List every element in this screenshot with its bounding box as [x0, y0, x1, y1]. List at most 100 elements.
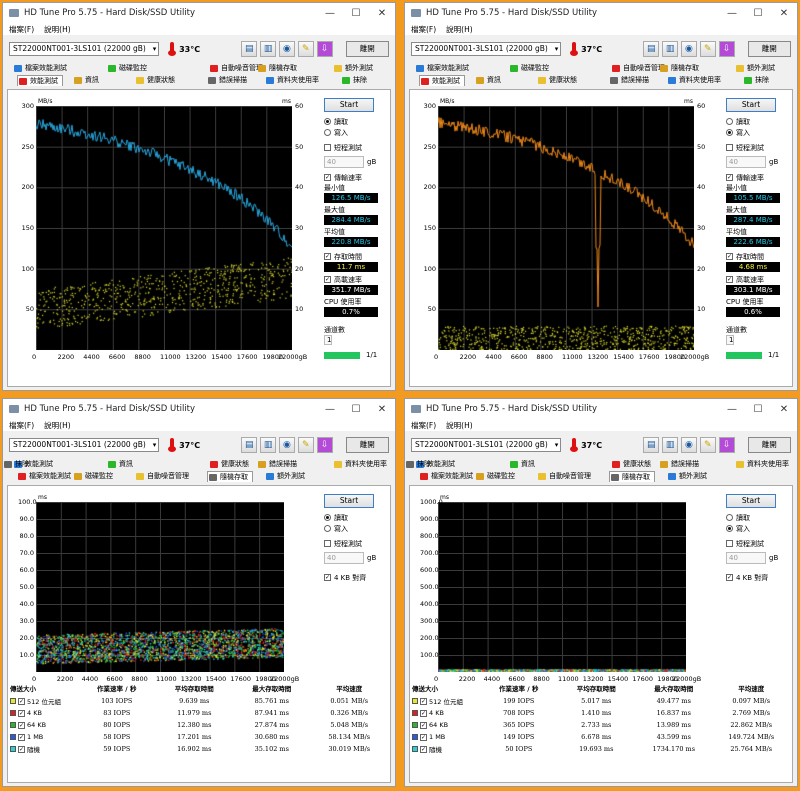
start-button[interactable]: Start: [726, 494, 776, 508]
tab-row2-4[interactable]: 錯誤掃描: [609, 75, 649, 86]
copy-all-icon[interactable]: ▥: [662, 41, 679, 57]
tab-row2-1[interactable]: 效能測試: [17, 75, 63, 86]
exit-button[interactable]: 離開: [747, 41, 791, 57]
short-test-checkbox[interactable]: 短程測試: [324, 142, 388, 153]
tab-4[interactable]: 錯誤掃描: [257, 459, 297, 470]
menu-item[interactable]: 說明(H): [446, 24, 473, 35]
tab-row2-6[interactable]: 抹除: [743, 75, 769, 86]
screenshot-icon[interactable]: ◉: [279, 41, 295, 57]
tab-6[interactable]: 抹除: [3, 459, 29, 470]
tab-3[interactable]: 健康狀態: [611, 459, 651, 470]
row-checkbox[interactable]: ✓: [420, 733, 427, 741]
save-icon[interactable]: ✎: [297, 41, 314, 57]
row-checkbox[interactable]: ✓: [420, 745, 427, 753]
tab-row2-3[interactable]: 健康狀態: [135, 75, 175, 86]
access-time-checkbox[interactable]: ✓ 存取時間: [324, 251, 388, 262]
close-icon[interactable]: ✕: [369, 8, 395, 19]
row-checkbox[interactable]: ✓: [420, 697, 427, 705]
minimize-icon[interactable]: —: [317, 8, 343, 19]
tab-row2-5[interactable]: 資料夾使用率: [265, 75, 319, 86]
transfer-rate-checkbox[interactable]: ✓ 傳輸速率: [324, 172, 388, 183]
copy-all-icon[interactable]: ▥: [260, 41, 277, 57]
tab-5[interactable]: 額外測試: [333, 63, 373, 74]
tab-row2-4[interactable]: 隨機存取: [609, 471, 655, 482]
close-icon[interactable]: ✕: [369, 404, 395, 415]
tab-row2-5[interactable]: 資料夾使用率: [667, 75, 721, 86]
access-time-checkbox[interactable]: ✓ 存取時間: [726, 251, 790, 262]
drive-select[interactable]: ST22000NT001-3LS101 (22000 gB) ▾: [411, 42, 562, 56]
tab-4[interactable]: 錯誤掃描: [659, 459, 699, 470]
tab-row2-2[interactable]: 磁碟監控: [475, 471, 515, 482]
write-radio[interactable]: 寫入: [726, 523, 790, 534]
row-checkbox[interactable]: ✓: [420, 709, 427, 717]
start-button[interactable]: Start: [324, 494, 374, 508]
tab-row2-5[interactable]: 額外測試: [265, 471, 305, 482]
tab-2[interactable]: 資訊: [509, 459, 535, 470]
passes-input[interactable]: 1: [324, 335, 333, 345]
tab-2[interactable]: 磁碟監控: [509, 63, 549, 74]
tab-5[interactable]: 資料夾使用率: [735, 459, 789, 470]
tab-3[interactable]: 自動噪音管理: [209, 63, 263, 74]
tab-1[interactable]: 檔案效能測試: [13, 63, 67, 74]
tab-5[interactable]: 額外測試: [735, 63, 775, 74]
row-checkbox[interactable]: ✓: [18, 709, 25, 717]
copy-info-icon[interactable]: ▤: [241, 41, 258, 57]
exit-button[interactable]: 離開: [345, 437, 389, 453]
short-test-checkbox[interactable]: 短程測試: [726, 538, 790, 549]
passes-input[interactable]: 1: [726, 335, 735, 345]
row-checkbox[interactable]: ✓: [18, 697, 25, 705]
short-test-checkbox[interactable]: 短程測試: [726, 142, 790, 153]
maximize-icon[interactable]: ☐: [745, 404, 771, 415]
menu-item[interactable]: 說明(H): [446, 420, 473, 431]
screenshot-icon[interactable]: ◉: [681, 437, 697, 453]
screenshot-icon[interactable]: ◉: [681, 41, 697, 57]
menu-item[interactable]: 檔案(F): [9, 420, 34, 431]
short-test-size-input[interactable]: 40: [726, 156, 766, 168]
drive-select[interactable]: ST22000NT001-3LS101 (22000 gB) ▾: [9, 42, 160, 56]
tab-2[interactable]: 磁碟監控: [107, 63, 147, 74]
tab-row2-6[interactable]: 抹除: [341, 75, 367, 86]
copy-all-icon[interactable]: ▥: [260, 437, 277, 453]
tab-4[interactable]: 隨機存取: [257, 63, 297, 74]
read-radio[interactable]: 讀取: [726, 116, 790, 127]
tab-row2-1[interactable]: 效能測試: [419, 75, 465, 86]
tab-row2-2[interactable]: 資訊: [475, 75, 501, 86]
tab-row2-3[interactable]: 自動噪音管理: [135, 471, 189, 482]
tab-row2-4[interactable]: 錯誤掃描: [207, 75, 247, 86]
short-test-size-input[interactable]: 40: [726, 552, 766, 564]
menu-item[interactable]: 檔案(F): [411, 24, 436, 35]
write-radio[interactable]: 寫入: [726, 127, 790, 138]
download-icon[interactable]: ⇩: [718, 437, 735, 453]
row-checkbox[interactable]: ✓: [18, 721, 25, 729]
row-checkbox[interactable]: ✓: [18, 745, 25, 753]
tab-row2-1[interactable]: 檔案效能測試: [419, 471, 473, 482]
download-icon[interactable]: ⇩: [316, 437, 333, 453]
write-radio[interactable]: 寫入: [324, 523, 388, 534]
short-test-size-input[interactable]: 40: [324, 552, 364, 564]
copy-all-icon[interactable]: ▥: [662, 437, 679, 453]
tab-row2-3[interactable]: 健康狀態: [537, 75, 577, 86]
tab-row2-2[interactable]: 磁碟監控: [73, 471, 113, 482]
exit-button[interactable]: 離開: [747, 437, 791, 453]
short-test-size-input[interactable]: 40: [324, 156, 364, 168]
transfer-rate-checkbox[interactable]: ✓ 傳輸速率: [726, 172, 790, 183]
start-button[interactable]: Start: [324, 98, 374, 112]
save-icon[interactable]: ✎: [699, 437, 716, 453]
start-button[interactable]: Start: [726, 98, 776, 112]
read-radio[interactable]: 讀取: [726, 512, 790, 523]
drive-select[interactable]: ST22000NT001-3LS101 (22000 gB) ▾: [411, 438, 562, 452]
burst-rate-checkbox[interactable]: ✓ 高載速率: [324, 274, 388, 285]
tab-row2-3[interactable]: 自動噪音管理: [537, 471, 591, 482]
tab-3[interactable]: 健康狀態: [209, 459, 249, 470]
drive-select[interactable]: ST22000NT001-3LS101 (22000 gB) ▾: [9, 438, 160, 452]
copy-info-icon[interactable]: ▤: [241, 437, 258, 453]
tab-1[interactable]: 檔案效能測試: [415, 63, 469, 74]
tab-row2-1[interactable]: 檔案效能測試: [17, 471, 71, 482]
tab-5[interactable]: 資料夾使用率: [333, 459, 387, 470]
menu-item[interactable]: 檔案(F): [9, 24, 34, 35]
download-icon[interactable]: ⇩: [718, 41, 735, 57]
row-checkbox[interactable]: ✓: [420, 721, 427, 729]
close-icon[interactable]: ✕: [771, 8, 797, 19]
download-icon[interactable]: ⇩: [316, 41, 333, 57]
menu-item[interactable]: 檔案(F): [411, 420, 436, 431]
